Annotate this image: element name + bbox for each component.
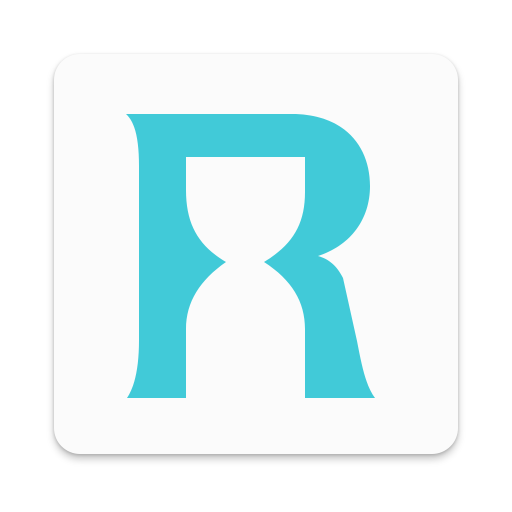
r-logo-icon bbox=[126, 114, 375, 398]
r-logo-shape bbox=[126, 114, 375, 398]
app-icon bbox=[0, 0, 512, 512]
